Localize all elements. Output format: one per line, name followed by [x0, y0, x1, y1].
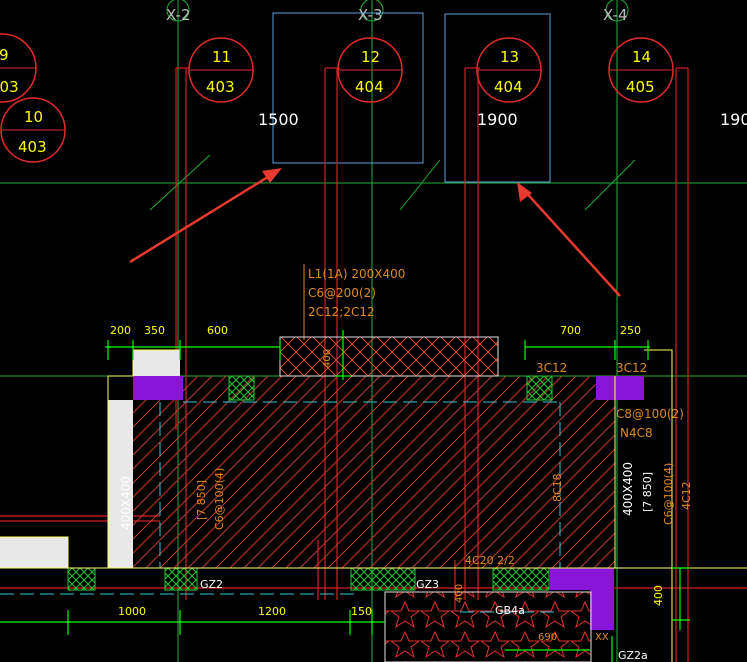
- window-opening-1900[interactable]: [444, 13, 551, 183]
- rebar-3c12-right: 3C12: [616, 361, 647, 375]
- misc-label-690: 690: [538, 632, 557, 643]
- column-left-ref: [7 850]: [195, 480, 208, 520]
- column-right-size: 400X400: [621, 462, 635, 516]
- room-bubble-13[interactable]: 13 404: [476, 37, 542, 103]
- column-fill-left[interactable]: [133, 376, 183, 400]
- svg-text:404: 404: [355, 78, 384, 96]
- tag-gz3[interactable]: GZ3: [416, 578, 439, 591]
- svg-text:X-3: X-3: [358, 6, 383, 24]
- cad-drawing-canvas[interactable]: X-2 X-3 X-4 9 403: [0, 0, 747, 662]
- bottom-dim-400: 400: [652, 585, 665, 606]
- svg-text:11: 11: [212, 48, 231, 66]
- axis-bubble-x3: X-3: [358, 0, 384, 24]
- column-fill-right[interactable]: [596, 376, 644, 400]
- opening-width-190: 190: [720, 110, 747, 129]
- svg-text:L1(1A) 200X400: L1(1A) 200X400: [308, 267, 405, 281]
- svg-text:404: 404: [494, 78, 523, 96]
- svg-text:13: 13: [500, 48, 519, 66]
- column-right-ref: [7 850]: [641, 472, 654, 512]
- beam-hatch-top[interactable]: [279, 336, 499, 377]
- svg-text:403: 403: [0, 78, 19, 96]
- white-wall-block-top: [133, 350, 180, 376]
- svg-text:2C12;2C12: 2C12;2C12: [308, 305, 375, 319]
- top-dim-200: 200: [110, 324, 131, 337]
- svg-text:14: 14: [632, 48, 651, 66]
- column-left-size: 400X400: [119, 476, 133, 530]
- opening-width-1500: 1500: [258, 110, 299, 129]
- top-dim-350: 350: [144, 324, 165, 337]
- rebar-bottom-400: 400: [454, 584, 465, 603]
- svg-text:9: 9: [0, 46, 9, 64]
- column-right-main: 4C12: [680, 481, 693, 510]
- svg-text:X-4: X-4: [603, 6, 628, 24]
- beam-label[interactable]: L1(1A) 200X400 C6@200(2) 2C12;2C12: [303, 264, 405, 340]
- misc-label-xx: XX: [595, 632, 609, 643]
- rebar-main-right: N4C8: [620, 426, 653, 440]
- white-wall-block-bottom: [0, 537, 68, 568]
- window-opening-1500[interactable]: [272, 12, 424, 164]
- svg-text:X-2: X-2: [166, 6, 191, 24]
- top-dim-250: 250: [620, 324, 641, 337]
- tag-gz2a[interactable]: GZ2a: [618, 649, 648, 662]
- svg-text:10: 10: [24, 108, 43, 126]
- room-bubble-9[interactable]: 9 403: [0, 33, 37, 103]
- rebar-vertical-400: 400: [322, 349, 333, 368]
- top-dim-600: 600: [207, 324, 228, 337]
- annotation-arrow-left: [129, 168, 282, 264]
- room-bubble-11[interactable]: 11 403: [188, 37, 254, 103]
- svg-text:403: 403: [18, 138, 47, 156]
- column-left-stirrup: C6@100(4): [213, 468, 226, 530]
- star-hatch-region[interactable]: [384, 591, 592, 662]
- rebar-stirrup-right: C8@100(2): [616, 407, 684, 421]
- tag-gz2[interactable]: GZ2: [200, 578, 223, 591]
- bottom-dim-1000: 1000: [118, 605, 146, 618]
- column-right-stirrup: C6@100(4): [662, 463, 675, 525]
- annotation-arrow-right: [517, 182, 621, 297]
- rebar-8c18: 8C18: [551, 473, 564, 502]
- svg-text:12: 12: [361, 48, 380, 66]
- bottom-dim-150: 150: [351, 605, 372, 618]
- opening-width-1900: 1900: [477, 110, 518, 129]
- bottom-dim-1200: 1200: [258, 605, 286, 618]
- svg-text:405: 405: [626, 78, 655, 96]
- svg-text:403: 403: [206, 78, 235, 96]
- room-bubble-10[interactable]: 10 403: [0, 97, 66, 163]
- axis-bubble-x4: X-4: [603, 0, 629, 24]
- rebar-4c20: 4C20 2/2: [465, 554, 515, 567]
- rebar-3c12-left: 3C12: [536, 361, 567, 375]
- top-dim-700: 700: [560, 324, 581, 337]
- room-bubble-14[interactable]: 14 405: [608, 37, 674, 103]
- tag-gb4a[interactable]: GB4a: [495, 604, 525, 617]
- svg-text:C6@200(2): C6@200(2): [308, 286, 376, 300]
- room-bubble-12[interactable]: 12 404: [337, 37, 403, 103]
- slab-hatch-region[interactable]: [133, 376, 615, 568]
